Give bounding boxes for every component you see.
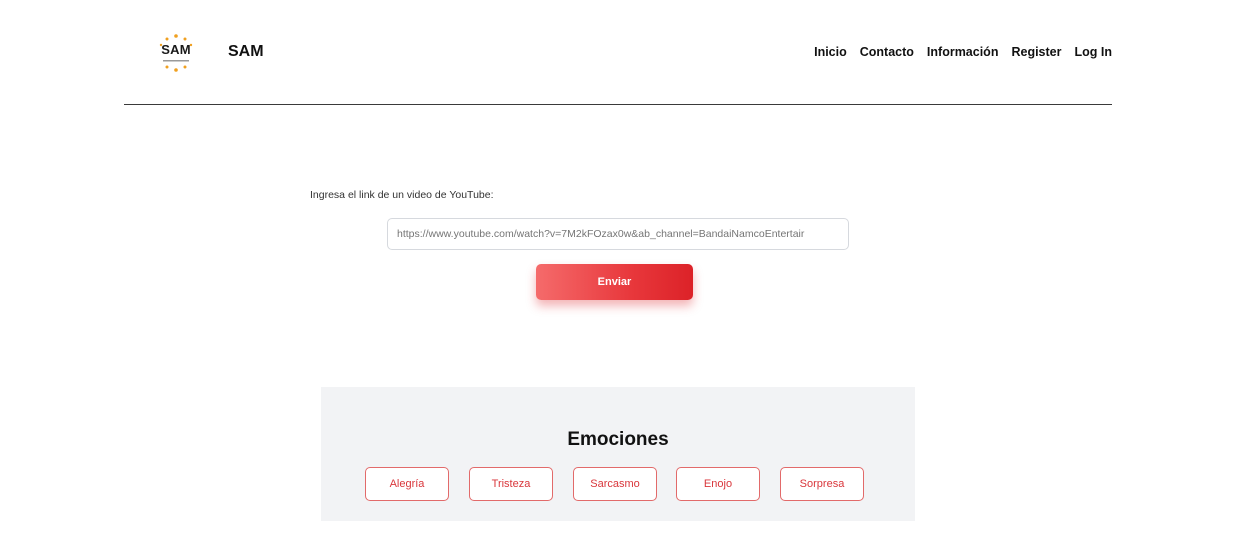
emotions-panel: Emociones Alegría Tristeza Sarcasmo Enoj… xyxy=(321,387,915,521)
header-divider xyxy=(124,104,1112,105)
youtube-link-label: Ingresa el link de un video de YouTube: xyxy=(310,189,494,201)
brand-title[interactable]: SAM xyxy=(228,43,264,61)
emotions-title: Emociones xyxy=(567,429,669,450)
nav-link-login[interactable]: Log In xyxy=(1075,45,1113,59)
emotion-button-alegria[interactable]: Alegría xyxy=(365,467,449,501)
youtube-link-input[interactable] xyxy=(387,218,849,250)
nav-link-inicio[interactable]: Inicio xyxy=(814,45,847,59)
logo-icon[interactable]: SAM xyxy=(157,33,195,73)
nav-link-contacto[interactable]: Contacto xyxy=(860,45,914,59)
page: SAM SAM Inicio Contacto Información Regi… xyxy=(0,0,1235,553)
nav-link-register[interactable]: Register xyxy=(1011,45,1061,59)
emotion-button-sarcasmo[interactable]: Sarcasmo xyxy=(573,467,657,501)
emotion-button-enojo[interactable]: Enojo xyxy=(676,467,760,501)
top-nav: Inicio Contacto Información Register Log… xyxy=(814,45,1112,59)
submit-button[interactable]: Enviar xyxy=(536,264,693,300)
nav-link-informacion[interactable]: Información xyxy=(927,45,999,59)
logo-text: SAM xyxy=(161,42,191,57)
emotion-button-sorpresa[interactable]: Sorpresa xyxy=(780,467,864,501)
emotion-button-tristeza[interactable]: Tristeza xyxy=(469,467,553,501)
